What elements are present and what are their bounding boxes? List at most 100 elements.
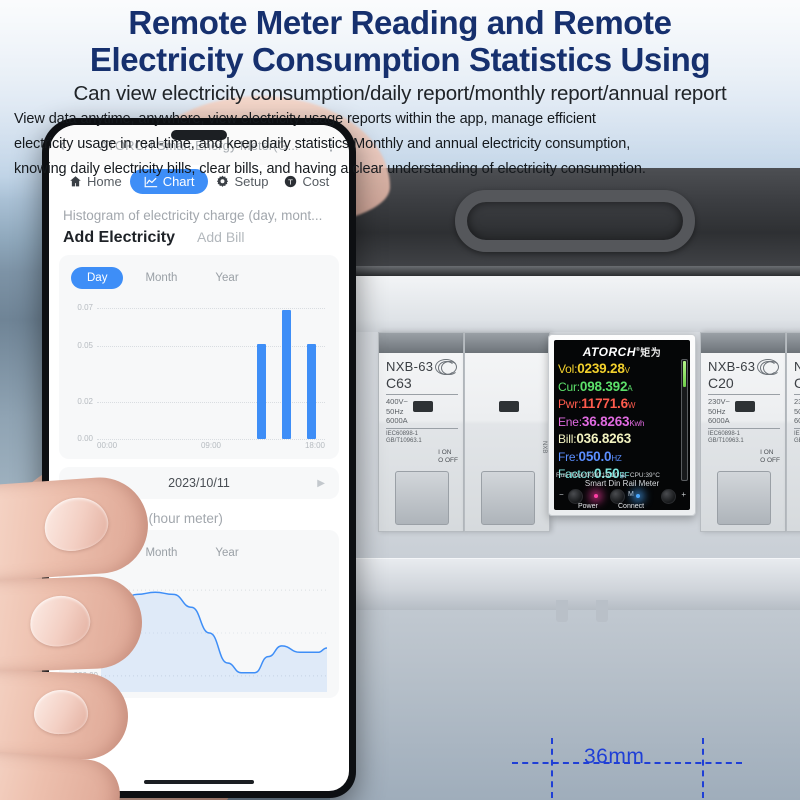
dimension-guide-right — [702, 738, 704, 798]
power-button[interactable] — [568, 489, 583, 504]
breaker-off-label: O OFF — [760, 457, 780, 464]
breaker-1: NXB-63 C63 400V~ 50Hz 6000A IEC60898-1 G… — [378, 332, 464, 532]
divider — [386, 394, 458, 395]
meter-reading-current: Cur:098.392A — [558, 378, 633, 394]
range-year-button[interactable]: Year — [199, 267, 254, 289]
y-axis-tick-label: 0.02 — [77, 396, 93, 406]
breaker-frequency: 50Hz — [794, 406, 800, 416]
atorch-smart-meter: ATORCH®矩为 Vol:0239.28V Cur:098.392A Pwr:… — [548, 334, 696, 516]
meter-button-row: − Power M Connect + — [554, 488, 690, 510]
meter-reading-voltage: Vol:0239.28V — [558, 361, 630, 376]
mode-button[interactable] — [610, 489, 625, 504]
shelf-clip — [556, 600, 568, 622]
divider — [708, 394, 780, 395]
breaker-on-label: I ON — [438, 449, 452, 456]
panel-handle — [455, 190, 695, 252]
breaker-standard-2: GB/T10963.1 — [708, 438, 744, 444]
body-line-1: View data anytime, anywhere, view electr… — [14, 111, 596, 127]
range-day-button[interactable]: Day — [71, 267, 124, 289]
gridline — [97, 308, 325, 310]
gridline — [97, 345, 325, 347]
breaker-on-label: I ON — [760, 449, 774, 456]
reading-unit: V — [624, 366, 630, 375]
reading-label: Bill — [558, 432, 574, 446]
power-button-label: Power — [578, 503, 598, 510]
breaker-model: NXB-63 — [794, 359, 800, 374]
breaker-toggle-lever[interactable] — [395, 471, 449, 525]
add-electricity-tab[interactable]: Add Electricity — [63, 229, 175, 247]
histogram-bar[interactable] — [256, 343, 266, 439]
reading-unit: W — [627, 401, 636, 410]
page-title-line2: Electricity Consumption Statistics Using — [89, 41, 711, 78]
meter-status-line: Run Time:0000:15:10 🔈 CPU:39°C — [556, 471, 688, 479]
dimension-guide-left — [551, 738, 553, 798]
selected-date: 2023/10/11 — [168, 476, 230, 490]
dimension-label: 36mm — [584, 745, 645, 768]
connect-button[interactable] — [661, 489, 676, 504]
reading-unit: Kwh — [629, 418, 645, 428]
page-body-text: View data anytime, anywhere, view electr… — [14, 107, 786, 182]
breaker-standard-1: IEC60898-1 — [386, 430, 419, 437]
screenshot-stage: NXB-63 C63 400V~ 50Hz 6000A IEC60898-1 G… — [0, 0, 800, 800]
x-axis-tick-label: 00:00 — [97, 441, 118, 450]
breaker-indicator-window — [499, 401, 519, 412]
headline-block: Remote Meter Reading and Remote Electric… — [0, 0, 800, 182]
reading-value: 098.392 — [579, 378, 628, 394]
breaker-voltage: 230V~ — [794, 397, 800, 406]
breaker-breaking-capacity: 6000A — [794, 416, 800, 425]
breaker-terminal — [787, 333, 800, 353]
reading-value: 050.0 — [578, 448, 612, 464]
cpu-temp: CPU:39°C — [629, 472, 660, 479]
meter-reading-bill: Bill:036.8263 — [558, 431, 632, 446]
breaker-breaking-capacity: 6000A — [386, 416, 408, 425]
reading-label: Ene — [558, 414, 579, 429]
breaker-2: NXB-63 C20 230V~ 50Hz 6000A IEC60898-1 G… — [700, 332, 786, 532]
connect-led-icon — [636, 494, 640, 498]
reading-label: Pwr — [558, 397, 579, 411]
breaker-toggle-lever[interactable] — [481, 471, 535, 525]
reading-value: 036.8263 — [576, 431, 632, 446]
triangle-right-icon[interactable]: ▶ — [317, 478, 325, 489]
range-month-button[interactable]: Month — [129, 267, 193, 289]
breaker-toggle-lever[interactable] — [717, 471, 771, 525]
meter-display-screen: ATORCH®矩为 Vol:0239.28V Cur:098.392A Pwr:… — [554, 340, 690, 510]
electricity-bill-switch: Add Electricity Add Bill — [49, 225, 349, 253]
breaker-1b: NXB — [464, 332, 550, 532]
add-bill-tab[interactable]: Add Bill — [197, 229, 244, 245]
breaker-indicator-window — [735, 401, 755, 412]
divider — [708, 427, 780, 429]
power-led-icon — [594, 494, 598, 498]
voltage-range-year-button[interactable]: Year — [199, 542, 254, 564]
runtime-value: 0000:15:10 — [585, 472, 619, 479]
reading-label: Fre — [558, 449, 576, 464]
breaker-terminal — [465, 333, 549, 353]
home-indicator[interactable] — [144, 780, 254, 784]
histogram-bar[interactable] — [306, 343, 316, 439]
histogram-plot-area: 0.00 0.02 0.05 0.07 — [77, 299, 325, 443]
reading-unit: A — [627, 383, 633, 393]
breaker-standard-2: GB/T10963.1 — [794, 438, 800, 444]
breaker-indicator-window — [413, 401, 433, 412]
y-axis-tick-label: 0.05 — [77, 340, 93, 350]
body-line-3: knowing daily electricity bills, clear b… — [14, 161, 646, 177]
histogram-bar[interactable] — [281, 310, 291, 439]
breaker-model: NXB-63 — [386, 359, 434, 374]
speaker-icon: 🔈 — [619, 472, 629, 479]
breaker-standard-2: GB/T10963.1 — [386, 438, 422, 444]
meter-brand-text: ATORCH — [582, 345, 637, 359]
breaker-onoff-legend: I ON O OFF — [760, 449, 780, 465]
breaker-terminal — [379, 333, 463, 353]
reading-label: Vol — [558, 362, 575, 376]
y-axis-tick-label: 0.07 — [77, 303, 93, 313]
plus-button[interactable]: + — [681, 490, 686, 499]
connect-button-label: Connect — [618, 503, 645, 510]
breaker-off-label: O OFF — [438, 457, 458, 464]
minus-button[interactable]: − — [559, 490, 564, 499]
reading-unit: HZ — [611, 453, 622, 463]
meter-brand-logo: ATORCH®矩为 — [582, 345, 662, 359]
breaker-side-marking: NXB — [541, 440, 547, 453]
breaker-rating: C20 — [794, 375, 800, 391]
breaker-model: NXB-63 — [708, 359, 756, 374]
shelf-clip — [596, 600, 608, 622]
reading-value: 36.8263 — [581, 413, 630, 429]
